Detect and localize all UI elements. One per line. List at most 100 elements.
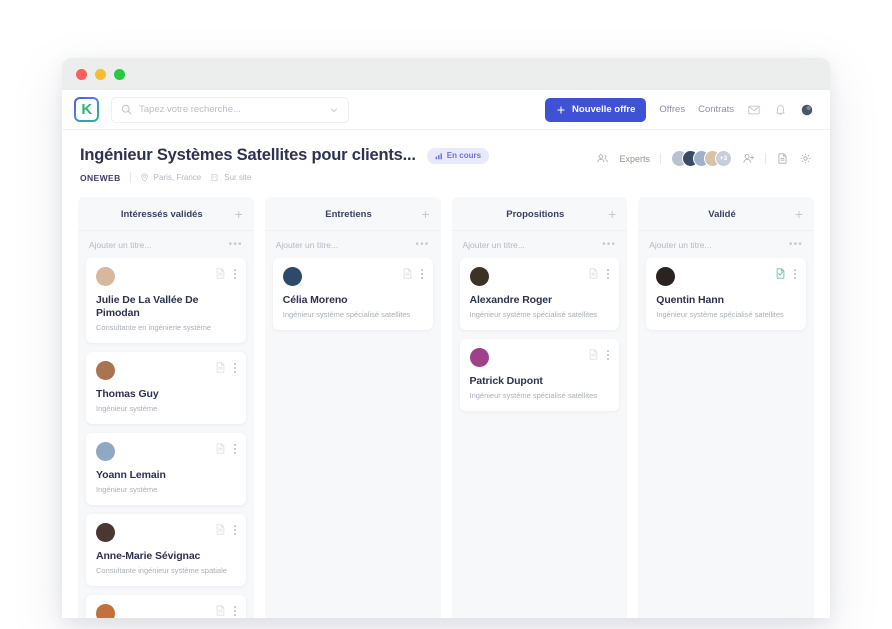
- document-icon[interactable]: [401, 267, 414, 280]
- kicklox-logo[interactable]: K: [74, 97, 99, 122]
- kanban-column: Validé + Ajouter un titre... ••• Quentin Han…: [638, 197, 814, 618]
- card-actions: [214, 604, 236, 617]
- bell-icon[interactable]: [774, 103, 787, 116]
- candidate-name: Quentin Hann: [656, 294, 724, 306]
- candidate-card[interactable]: Célia Moreno Ingénieur système spécialisé…: [272, 258, 433, 330]
- candidate-card[interactable]: Quentin Hann Ingénieur système spécialisé…: [646, 258, 806, 330]
- add-title-placeholder: Ajouter un titre...: [649, 240, 712, 250]
- column-header: Entretiens +: [264, 197, 441, 231]
- document-icon[interactable]: [214, 267, 227, 280]
- card-menu-icon[interactable]: [794, 267, 796, 279]
- candidate-role: Consultante en ingénierie système: [96, 323, 212, 333]
- gear-icon[interactable]: [799, 152, 812, 165]
- card-menu-icon[interactable]: [420, 267, 423, 279]
- candidate-card[interactable]: Patrick Dupont Ingénieur système spéciali…: [459, 338, 620, 411]
- search-placeholder: Tapez votre recherche...: [139, 104, 241, 115]
- card-header: [96, 361, 236, 380]
- candidate-name: Patrick Dupont: [469, 374, 543, 387]
- card-header: [469, 267, 610, 286]
- candidate-role: Ingénieur système spécialisé satellites: [282, 310, 411, 320]
- card-header: [282, 267, 423, 286]
- app-window: K Tapez votre recherche... Nouvelle offr…: [62, 58, 830, 618]
- card-actions: [587, 348, 610, 361]
- candidate-card[interactable]: Anne-Marie Sévignac Consultante ingénieur…: [86, 513, 246, 586]
- document-icon[interactable]: [214, 442, 227, 455]
- add-title-row[interactable]: Ajouter un titre... •••: [452, 231, 628, 258]
- location-pin-icon: [140, 173, 149, 182]
- document-icon[interactable]: [214, 604, 227, 617]
- nav-link-contrats[interactable]: Contrats: [698, 104, 734, 115]
- card-actions: [401, 267, 423, 280]
- card-menu-icon[interactable]: [233, 604, 236, 616]
- add-title-row[interactable]: Ajouter un titre... •••: [78, 231, 254, 258]
- add-card-icon[interactable]: +: [235, 207, 243, 221]
- document-icon[interactable]: [587, 267, 600, 280]
- add-title-row[interactable]: Ajouter un titre... •••: [638, 231, 814, 258]
- document-icon[interactable]: [587, 348, 600, 361]
- card-actions: [774, 267, 796, 280]
- top-navbar: K Tapez votre recherche... Nouvelle offr…: [62, 90, 830, 130]
- document-icon[interactable]: [776, 152, 789, 165]
- column-cards: Alexandre Roger Ingénieur système spécial…: [452, 258, 628, 419]
- column-cards: Julie De La Vallée De Pimodan Consultante…: [78, 258, 254, 618]
- card-actions: [214, 267, 236, 280]
- card-menu-icon[interactable]: [607, 348, 610, 360]
- candidate-role: Ingénieur système spécialisé satellites: [469, 310, 598, 320]
- candidate-name: Thomas Guy: [96, 388, 159, 400]
- candidate-card[interactable]: [86, 594, 246, 618]
- add-title-row[interactable]: Ajouter un titre... •••: [265, 231, 441, 258]
- add-card-icon[interactable]: +: [795, 207, 803, 221]
- user-plus-icon[interactable]: [742, 152, 755, 165]
- candidate-card[interactable]: Yoann Lemain Ingénieur système: [86, 432, 246, 505]
- card-header: [96, 267, 236, 286]
- card-menu-icon[interactable]: [233, 523, 236, 535]
- add-card-icon[interactable]: +: [421, 207, 429, 221]
- maximize-window-button[interactable]: [114, 68, 125, 80]
- kanban-column: Entretiens + Ajouter un titre... ••• Célia M…: [264, 197, 441, 618]
- add-card-icon[interactable]: +: [608, 207, 616, 221]
- candidate-card[interactable]: Thomas Guy Ingénieur système: [86, 352, 246, 424]
- column-menu-icon[interactable]: •••: [229, 240, 243, 250]
- card-menu-icon[interactable]: [233, 442, 236, 454]
- kanban-board: Intéressés validés + Ajouter un titre... ••…: [62, 197, 830, 618]
- card-menu-icon[interactable]: [233, 267, 236, 279]
- candidate-card[interactable]: Julie De La Vallée De Pimodan Consultante…: [86, 258, 246, 343]
- column-menu-icon[interactable]: •••: [789, 240, 803, 250]
- card-menu-icon[interactable]: [233, 361, 236, 373]
- job-header-actions: Experts +3: [596, 146, 812, 167]
- nav-link-offres[interactable]: Offres: [659, 104, 685, 115]
- experts-avatar-group[interactable]: +3: [671, 150, 732, 167]
- column-title: Intéressés validés: [120, 208, 203, 220]
- column-cards: Quentin Hann Ingénieur système spécialisé…: [638, 258, 814, 338]
- logo-letter: K: [76, 99, 97, 120]
- document-icon[interactable]: [214, 523, 227, 536]
- job-location-label: Paris, France: [153, 173, 202, 182]
- user-avatar[interactable]: [800, 103, 814, 117]
- search-input[interactable]: Tapez votre recherche...: [111, 96, 349, 123]
- chevron-down-icon[interactable]: [329, 105, 339, 115]
- search-icon: [121, 104, 132, 115]
- column-menu-icon[interactable]: •••: [602, 240, 616, 250]
- kanban-column: Intéressés validés + Ajouter un titre... ••…: [78, 197, 254, 618]
- avatar: [96, 603, 115, 618]
- card-header: [96, 603, 236, 618]
- column-title: Propositions: [506, 208, 565, 220]
- column-menu-icon[interactable]: •••: [415, 240, 429, 250]
- card-actions: [214, 523, 236, 536]
- candidate-name: Yoann Lemain: [96, 468, 166, 481]
- company-name: ONEWEB: [80, 172, 121, 183]
- users-icon[interactable]: [596, 152, 609, 165]
- document-validated-icon[interactable]: [774, 267, 787, 280]
- avatar: [469, 347, 489, 367]
- new-offer-button[interactable]: Nouvelle offre: [545, 97, 647, 122]
- card-menu-icon[interactable]: [607, 267, 610, 279]
- candidate-name: Anne-Marie Sévignac: [96, 549, 201, 562]
- close-window-button[interactable]: [76, 68, 87, 80]
- minimize-window-button[interactable]: [95, 68, 106, 80]
- avatar: [469, 267, 489, 286]
- navbar-actions: Nouvelle offre Offres Contrats: [545, 97, 814, 122]
- mail-icon[interactable]: [747, 103, 761, 117]
- document-icon[interactable]: [214, 361, 227, 374]
- candidate-name: Alexandre Roger: [469, 294, 553, 306]
- candidate-card[interactable]: Alexandre Roger Ingénieur système spécial…: [459, 258, 620, 330]
